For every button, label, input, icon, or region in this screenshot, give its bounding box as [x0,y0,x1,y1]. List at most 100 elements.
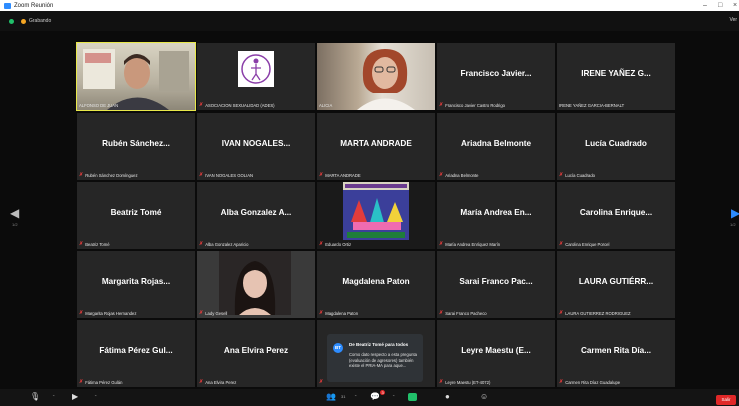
participant-name-label: IRENE YAÑEZ GARCIA-BERNALT [559,103,625,108]
participant-tile[interactable]: ALICIA [317,43,435,110]
recording-icon [21,18,26,24]
previous-page-arrow-icon[interactable]: ◀ [10,206,19,220]
participant-name-label: ✗ LAURA GUTIERREZ RODRIGUEZ [559,310,631,316]
share-screen-icon[interactable] [408,393,417,401]
participant-name-label: ✗ Francisco Javier Castro Rodrigo [439,102,506,108]
participant-tile[interactable]: IRENE YAÑEZ G... IRENE YAÑEZ GARCIA-BERN… [557,43,675,110]
chat-chevron-icon[interactable]: ⌃ [392,394,395,399]
audio-options-chevron-icon[interactable]: ⌃ [52,394,55,399]
reactions-icon[interactable]: ☺ [480,392,488,401]
participant-tile[interactable]: Alba Gonzalez A... ✗ Alba Gonzalez Aparic… [197,182,315,249]
muted-mic-icon: ✗ [559,241,564,247]
muted-mic-icon: ✗ [199,172,204,178]
participant-video [83,49,189,110]
participant-avatar-image [343,182,409,240]
meeting-toolbar: 🎙 ⌃ ▶ ⌃ 👥 31 ⌃ 💬 3 ⌃ ● ☺ [0,389,739,406]
participant-tile[interactable]: Carolina Enrique... ✗ Carolina Enrique Po… [557,182,675,249]
microphone-icon[interactable]: 🎙 [30,392,40,401]
participants-chevron-icon[interactable]: ⌃ [354,394,357,399]
participant-display-name: Ariadna Belmonte [460,139,532,148]
participant-tile[interactable]: ✗ Lady Gesell [197,251,315,318]
muted-mic-icon: ✗ [319,241,324,247]
video-options-chevron-icon[interactable]: ⌃ [94,394,97,399]
participant-name-label: ALICIA [319,103,333,108]
participant-tile[interactable]: Ana Elvira Perez ✗ Ana Elvira Perez [197,320,315,387]
participant-tile[interactable]: Sarai Franco Pac... ✗ Sarai Franco Pachec… [437,251,555,318]
minimize-icon[interactable]: – [703,0,707,11]
participant-tile[interactable]: Leyre Maestu (E... ✗ Leyre Maestu (ET-407… [437,320,555,387]
muted-mic-icon: ✗ [79,241,84,247]
security-shield-icon[interactable] [9,18,14,24]
muted-mic-icon: ✗ [319,172,324,178]
participant-display-name: Alba Gonzalez A... [220,208,292,217]
participant-tile[interactable]: María Andrea En... ✗ María Andrea Enríque… [437,182,555,249]
participant-tile[interactable]: Margarita Rojas... ✗ Margarita Rojas Hern… [77,251,195,318]
participant-tile[interactable]: Magdalena Paton ✗ Magdalena Paton [317,251,435,318]
participant-tile[interactable]: Ariadna Belmonte ✗ Ariadna Belmonte [437,113,555,180]
participants-count: 31 [341,394,346,399]
participant-display-name: IRENE YAÑEZ G... [581,69,651,78]
participant-display-name: Sarai Franco Pac... [459,277,533,286]
chat-notification[interactable]: BT De Beatriz Tomé para todos Como dato … [327,334,423,382]
next-page-arrow-icon[interactable]: ▶ [731,206,739,220]
participant-tile[interactable]: Francisco Javier... ✗ Francisco Javier Ca… [437,43,555,110]
muted-mic-icon: ✗ [199,310,204,316]
participant-display-name: MARTA ANDRADE [340,139,412,148]
muted-mic-icon: ✗ [439,172,444,178]
close-icon[interactable]: × [733,0,737,11]
muted-mic-icon: ✗ [79,172,84,178]
participant-name-label: ✗ [319,379,325,385]
muted-mic-icon: ✗ [319,310,324,316]
participant-tile[interactable]: Fátima Pérez Gul... ✗ Fátima Pérez Gulán [77,320,195,387]
participant-tile[interactable]: ALFONSO DE JUAN [76,42,196,111]
participant-display-name: Carolina Enrique... [579,208,653,217]
participant-display-name: Rubén Sánchez... [102,139,170,148]
chat-notification-message: Como dato respecto a esta pregunta (eval… [349,352,417,369]
page-indicator-left: 1/2 [12,222,18,227]
maximize-icon[interactable]: □ [718,0,722,11]
chat-notification-header: De Beatriz Tomé para todos [349,342,409,347]
record-icon[interactable]: ● [445,392,450,401]
participant-display-name: LAURA GUTIÉRR... [578,277,654,286]
participant-name-label: ✗ Beatriz Tomé [79,241,110,247]
participant-video [357,49,415,110]
participant-tile[interactable]: IVAN NOGALES... ✗ IVAN NOGALES GOLIAN [197,113,315,180]
meeting-top-bar: Grabando Ver [0,11,739,31]
participant-name-label: ✗ Magdalena Paton [319,310,359,316]
participant-name-label: ✗ Ariadna Belmonte [439,172,479,178]
zoom-logo-icon [4,2,11,9]
muted-mic-icon: ✗ [559,172,564,178]
participant-name-label: ✗ Ana Elvira Perez [199,379,237,385]
participant-display-name: Carmen Rita Día... [580,346,652,355]
video-camera-icon[interactable]: ▶ [72,392,78,401]
participant-display-name: Leyre Maestu (E... [461,346,531,355]
view-button[interactable]: Ver [729,17,737,23]
muted-mic-icon: ✗ [439,310,444,316]
muted-mic-icon: ✗ [79,379,84,385]
chat-icon[interactable]: 💬 [370,392,380,401]
participant-tile[interactable]: Beatriz Tomé ✗ Beatriz Tomé [77,182,195,249]
participant-display-name: Margarita Rojas... [101,277,171,286]
participant-display-name: Fátima Pérez Gul... [99,346,173,355]
participant-display-name: Francisco Javier... [460,69,532,78]
participant-tile[interactable]: LAURA GUTIÉRR... ✗ LAURA GUTIERREZ RODRIG… [557,251,675,318]
participant-tile[interactable]: MARTA ANDRADE ✗ MARTA ANDRADE [317,113,435,180]
muted-mic-icon: ✗ [319,379,324,385]
participant-tile[interactable]: Carmen Rita Día... ✗ Carmen Rita Díaz Gua… [557,320,675,387]
participants-icon[interactable]: 👥 [326,392,336,401]
participant-tile[interactable]: ✗ Eduardo Ortiz [317,182,435,249]
participant-name-label: ✗ Carmen Rita Díaz Guadalupe [559,379,621,385]
participant-name-label: ✗ Margarita Rojas Hernandez [79,310,137,316]
participant-tile[interactable]: ✗ ASOCIACION SEXUALIDAD (ADES) [197,43,315,110]
participant-name-label: ✗ Leyre Maestu (ET-4072) [439,379,491,385]
participant-tile[interactable]: Rubén Sánchez... ✗ Rubén Sánchez Domíngue… [77,113,195,180]
participant-photo [219,251,291,315]
participant-name-label: ✗ Lucía Cuadrado [559,172,596,178]
muted-mic-icon: ✗ [559,310,564,316]
muted-mic-icon: ✗ [199,102,204,108]
participant-tile[interactable]: Lucía Cuadrado ✗ Lucía Cuadrado [557,113,675,180]
muted-mic-icon: ✗ [439,241,444,247]
page-indicator-right: 1/2 [730,222,736,227]
muted-mic-icon: ✗ [439,102,444,108]
leave-button[interactable]: Salir [716,395,736,405]
